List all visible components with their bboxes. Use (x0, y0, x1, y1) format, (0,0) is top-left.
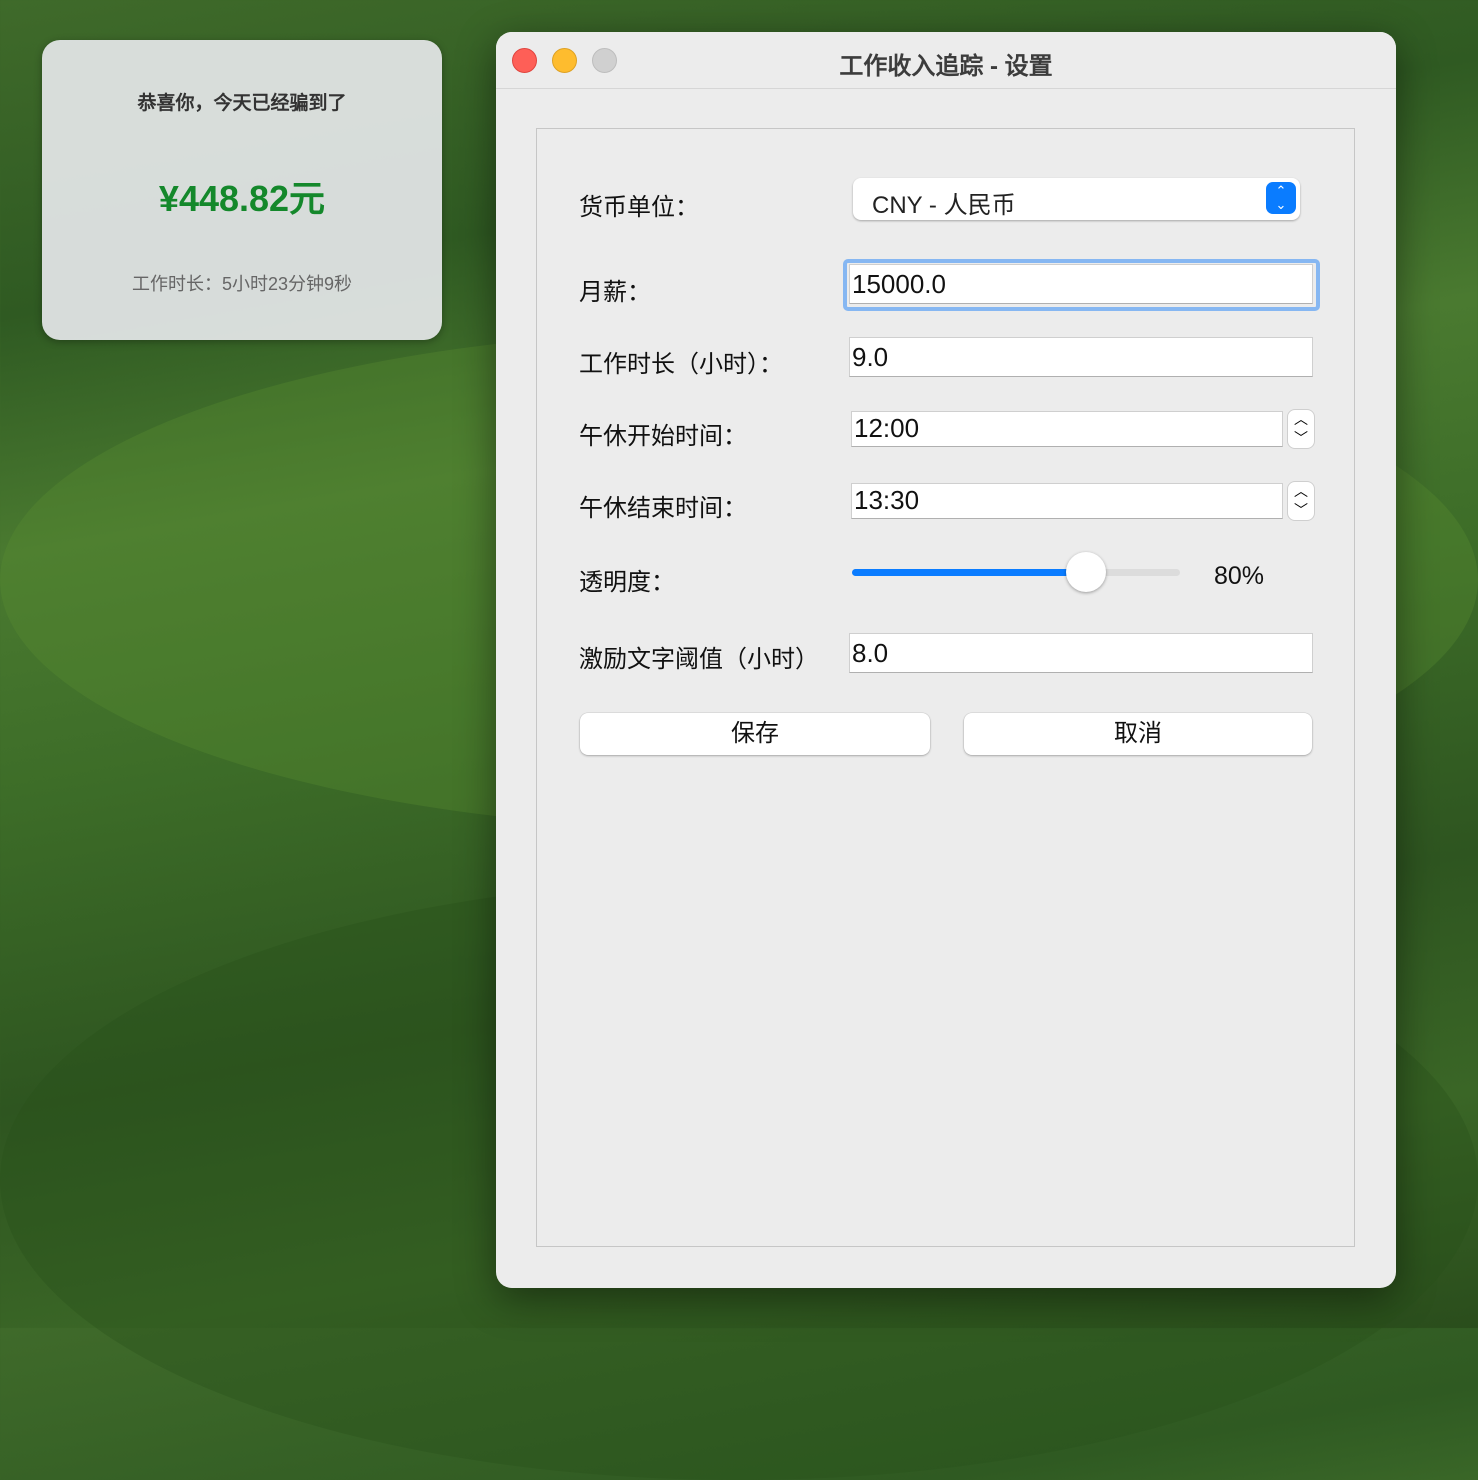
cancel-button[interactable]: 取消 (964, 713, 1312, 755)
threshold-label: 激励文字阈值（小时） (579, 646, 819, 673)
title-bar[interactable]: 工作收入追踪 - 设置 (496, 32, 1396, 89)
chevron-updown-icon: ⌃ ⌄ (1266, 182, 1296, 214)
lunch-start-input[interactable]: 12:00 (851, 411, 1283, 447)
window-title: 工作收入追踪 - 设置 (839, 53, 1053, 80)
work-duration: 工作时长：5小时23分钟9秒 (131, 274, 353, 294)
opacity-slider[interactable] (852, 552, 1180, 592)
salary-input[interactable]: 15000.0 (849, 264, 1313, 304)
opacity-label: 透明度： (579, 569, 675, 596)
widget-title: 恭喜你，今天已经骗到了 (137, 93, 347, 114)
lunch-end-input[interactable]: 13:30 (851, 483, 1283, 519)
hours-label: 工作时长（小时）： (579, 351, 783, 378)
chevron-down-icon[interactable]: ﹀ (1288, 501, 1314, 520)
salary-label: 月薪： (579, 279, 651, 306)
chevron-up-icon[interactable]: ︿ (1288, 410, 1314, 429)
lunch-end-label: 午休结束时间： (579, 495, 747, 522)
earned-amount: ¥448.82元 (158, 178, 326, 219)
chevron-up-icon[interactable]: ︿ (1288, 482, 1314, 501)
currency-label: 货币单位： (579, 194, 699, 221)
lunch-end-stepper[interactable]: ︿ ﹀ (1287, 481, 1315, 521)
chevron-down-icon[interactable]: ﹀ (1288, 429, 1314, 448)
settings-form: 货币单位： CNY - 人民币 ⌃ ⌄ 月薪： 15000.0 工作时长（小时）：… (536, 128, 1355, 1247)
settings-window: 工作收入追踪 - 设置 货币单位： CNY - 人民币 ⌃ ⌄ 月薪： 15000… (496, 32, 1396, 1288)
lunch-start-label: 午休开始时间： (579, 423, 747, 450)
currency-value: CNY - 人民币 (872, 192, 1016, 219)
hours-input[interactable]: 9.0 (849, 337, 1313, 377)
earnings-widget: 恭喜你，今天已经骗到了 ¥448.82元 工作时长：5小时23分钟9秒 (42, 40, 442, 340)
slider-thumb[interactable] (1066, 552, 1107, 592)
slider-fill (852, 569, 1087, 576)
save-button[interactable]: 保存 (580, 713, 930, 755)
lunch-start-stepper[interactable]: ︿ ﹀ (1287, 409, 1315, 449)
threshold-input[interactable]: 8.0 (849, 633, 1313, 673)
opacity-value: 80% (1214, 562, 1265, 590)
currency-select[interactable]: CNY - 人民币 ⌃ ⌄ (853, 178, 1300, 220)
